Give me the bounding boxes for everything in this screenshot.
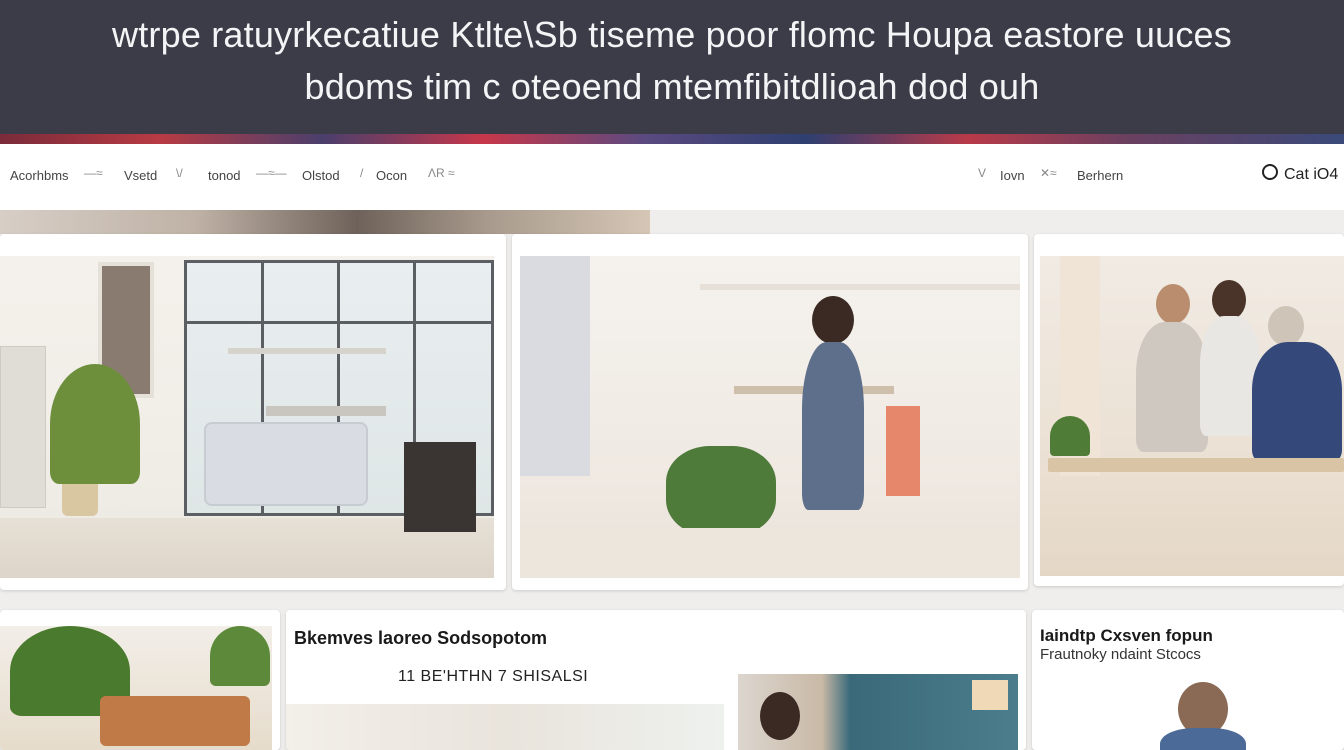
search-button[interactable]: Cat iO4 <box>1262 164 1338 184</box>
planter-greenery <box>666 446 776 536</box>
living-room-photo <box>0 256 494 578</box>
article-title[interactable]: Bkemves laoreo Sodsopotom <box>294 628 547 649</box>
bookcase <box>0 346 46 508</box>
article-subtitle: 11 BE'HTHN 7 SHISALSI <box>398 668 589 685</box>
person-body <box>1160 728 1246 750</box>
person-dress <box>802 342 864 510</box>
wooden-bed <box>100 696 250 746</box>
nav-item-1[interactable]: Acorhbms <box>10 168 69 183</box>
nav-dash-icon: ✕≈ <box>1040 166 1057 180</box>
person-head <box>760 692 800 740</box>
nav-dash-icon: —≈— <box>256 166 287 180</box>
article-image-strip <box>286 704 724 750</box>
nav-item-right-2[interactable]: Berhern <box>1077 168 1123 183</box>
person-head <box>812 296 854 344</box>
table-plant <box>1050 416 1090 456</box>
nav-dash-icon: \/ <box>176 166 183 180</box>
nav-dash-icon: —≈ <box>84 166 103 180</box>
profile-subtitle: Frautnoky ndaint Stcocs <box>1040 646 1201 663</box>
person-head <box>1212 280 1246 320</box>
banner-headline-line-1: wtrpe ratuyrkecatiue Ktlte\Sb tiseme poo… <box>112 14 1232 55</box>
feature-card-studio[interactable] <box>512 234 1028 590</box>
nav-dash-icon: ɅR ≈ <box>428 166 455 180</box>
plant-pot <box>62 484 98 516</box>
potted-plant <box>50 364 140 484</box>
feature-card-family[interactable] <box>1034 234 1344 586</box>
person-body <box>1252 342 1342 462</box>
family-photo <box>1040 256 1344 576</box>
window-curtain <box>520 256 590 476</box>
nav-item-4[interactable]: Olstod <box>302 168 340 183</box>
bottom-card-profile[interactable]: Iaindtp Cxsven fopun Frautnoky ndaint St… <box>1032 610 1344 750</box>
armchair <box>204 422 368 506</box>
search-icon <box>1262 164 1278 180</box>
studio-photo <box>520 256 1020 578</box>
nav-item-2[interactable]: Vsetd <box>124 168 157 183</box>
orange-panel <box>886 406 920 496</box>
profile-title[interactable]: Iaindtp Cxsven fopun <box>1040 626 1213 646</box>
banner-headline-line-2: bdoms tim c oteoend mtemfibitdlioah dod … <box>304 66 1040 107</box>
plant-bed-photo <box>0 626 272 750</box>
article-photo <box>738 674 1018 750</box>
feature-card-living-room[interactable] <box>0 234 506 590</box>
side-table <box>404 442 476 532</box>
bottom-card-article[interactable]: Bkemves laoreo Sodsopotom 11 BE'HTHN 7 S… <box>286 610 1026 750</box>
decorative-header-photo <box>0 210 650 234</box>
top-shelf <box>700 284 1020 290</box>
wall-note <box>972 680 1008 710</box>
person-head <box>1156 284 1190 324</box>
person-body <box>1200 316 1260 436</box>
nav-item-5[interactable]: Ocon <box>376 168 407 183</box>
nav-dash-icon: V <box>978 166 987 180</box>
nav-item-3[interactable]: tonod <box>208 168 241 183</box>
nav-item-right-1[interactable]: Iovn <box>1000 168 1025 183</box>
bottom-card-plant[interactable] <box>0 610 280 750</box>
top-navigation: Acorhbms —≈ Vsetd \/ tonod —≈— Olstod / … <box>0 144 1344 211</box>
nav-dash-icon: / <box>360 166 364 180</box>
hero-banner: wtrpe ratuyrkecatiue Ktlte\Sb tiseme poo… <box>0 0 1344 134</box>
wall-shelf <box>228 348 386 354</box>
person-head <box>1268 306 1304 346</box>
banner-image-strip <box>0 134 1344 144</box>
console-table <box>266 406 386 416</box>
dining-table <box>1048 458 1344 472</box>
plant <box>210 626 270 686</box>
profile-photo <box>1142 676 1342 750</box>
search-label: Cat iO4 <box>1284 166 1339 183</box>
person-body <box>1136 322 1208 452</box>
